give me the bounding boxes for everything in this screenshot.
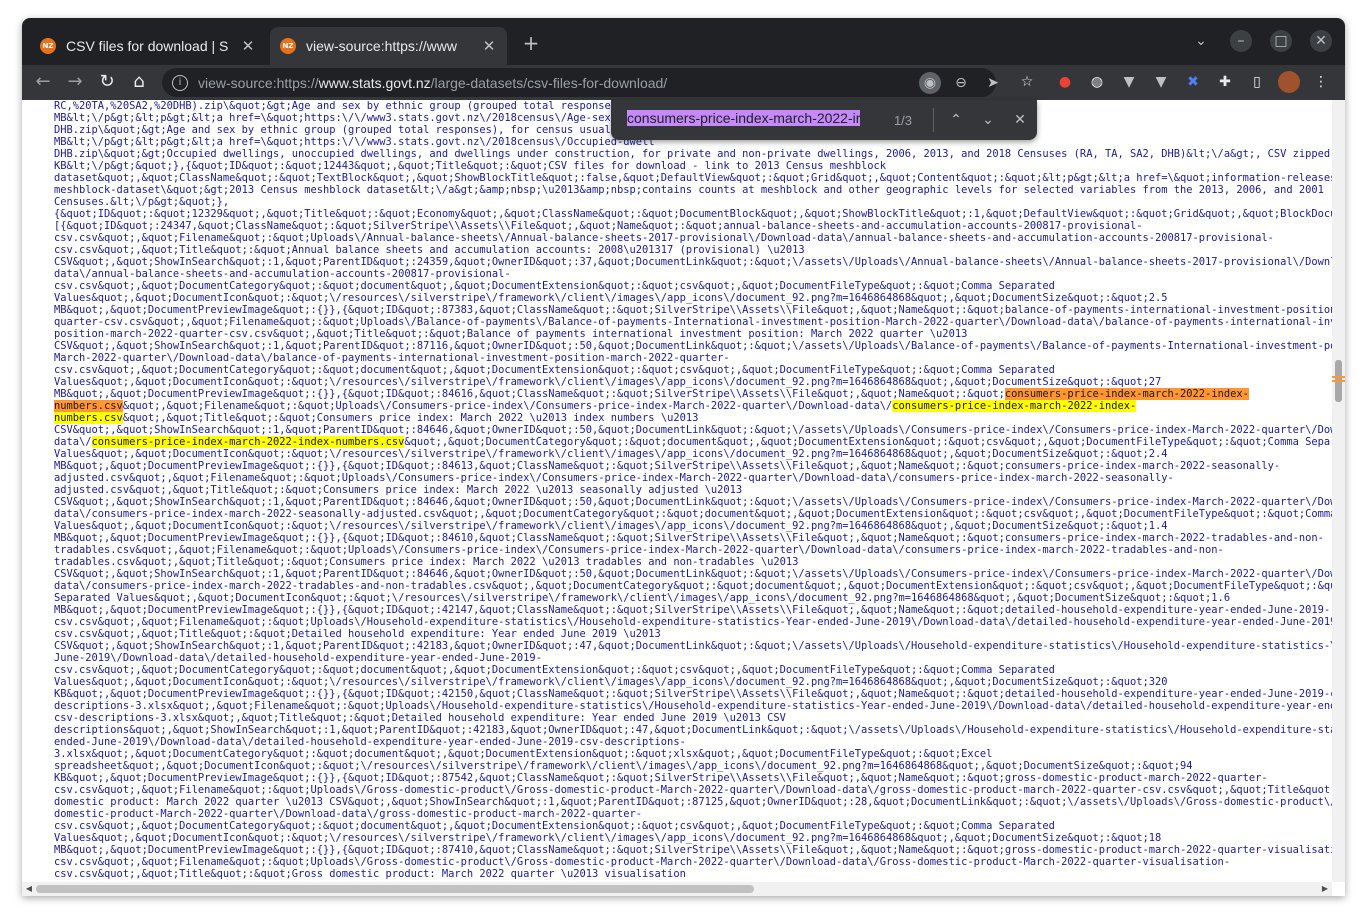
zoom-icon[interactable]: ⊖ [950, 72, 972, 94]
find-match-active: consumers-price-index-march-2022-index- [1004, 388, 1249, 400]
vue-extension-icon[interactable]: ▼ [1118, 71, 1140, 93]
tab-csv-files[interactable]: NZ CSV files for download | S ✕ [30, 27, 266, 65]
chevron-up-icon[interactable]: ⌃ [940, 112, 972, 128]
tab-title: view-source:https://www [306, 38, 457, 54]
chevron-down-icon[interactable]: ⌄ [972, 112, 1004, 128]
tab-strip: NZ CSV files for download | S ✕ NZ view-… [22, 18, 1345, 65]
horizontal-scrollbar[interactable]: ◀ ▶ [22, 882, 1332, 896]
kebab-menu-icon[interactable]: ⋮ [1310, 71, 1332, 93]
adblock-extension-icon[interactable]: ● [1054, 71, 1076, 93]
find-match-active: numbers.csv [54, 400, 123, 412]
browser-window: NZ CSV files for download | S ✕ NZ view-… [22, 18, 1345, 896]
arrow-left-icon[interactable]: ← [30, 69, 56, 95]
url-text[interactable]: view-source:https://www.stats.govt.nz/la… [198, 75, 667, 91]
find-input[interactable]: consumers-price-index-march-2022-ir [627, 110, 879, 130]
close-icon[interactable]: ✕ [1004, 112, 1036, 128]
vertical-scrollbar[interactable] [1332, 100, 1345, 882]
scroll-left-arrow-icon[interactable]: ◀ [22, 882, 36, 896]
find-match: consumers-price-index-march-2022-index-n… [91, 436, 405, 448]
stats-nz-favicon-icon: NZ [40, 38, 56, 54]
tab-view-source[interactable]: NZ view-source:https://www ✕ [270, 27, 507, 65]
find-bar: consumers-price-index-march-2022-ir 1/3 … [611, 100, 1037, 140]
send-icon[interactable]: ➤ [982, 72, 1004, 94]
minimize-button[interactable]: – [1230, 30, 1252, 52]
x-extension-icon[interactable]: ✖ [1182, 71, 1204, 93]
tab-title: CSV files for download | S [66, 38, 229, 54]
home-icon[interactable]: ⌂ [126, 69, 152, 95]
puzzle-extensions-icon[interactable]: ✚ [1214, 71, 1236, 93]
vue-devtools-extension-icon[interactable]: ▼ [1150, 71, 1172, 93]
source-view: RC,%20TA,%20SA2,%20DHB).zip\&quot;&gt;Ag… [22, 100, 1332, 882]
close-icon[interactable]: ✕ [481, 37, 497, 55]
find-match-marker [1332, 376, 1345, 378]
close-icon[interactable]: ✕ [240, 37, 256, 55]
side-panel-icon[interactable]: ▯ [1246, 71, 1268, 93]
find-match: consumers-price-index-march-2022-index- [892, 400, 1137, 412]
arrow-right-icon[interactable]: → [62, 69, 88, 95]
new-tab-button[interactable]: + [520, 32, 542, 54]
avatar[interactable] [1278, 71, 1300, 93]
find-match: numbers.csv [54, 412, 123, 424]
extension-circle-icon[interactable]: ◍ [1086, 71, 1108, 93]
page-source-code: RC,%20TA,%20SA2,%20DHB).zip\&quot;&gt;Ag… [54, 100, 1332, 880]
star-icon[interactable]: ☆ [1016, 71, 1038, 93]
scroll-right-arrow-icon[interactable]: ▶ [1318, 882, 1332, 896]
browser-toolbar: ← → ↻ ⌂ i view-source:https://www.stats.… [22, 65, 1345, 100]
tab-search-chevron-icon[interactable]: ⌄ [1190, 30, 1212, 52]
stats-nz-favicon-icon: NZ [280, 38, 296, 54]
maximize-button[interactable]: □ [1270, 30, 1292, 52]
find-match-count: 1/3 [893, 112, 913, 128]
reload-icon[interactable]: ↻ [94, 69, 120, 95]
lens-icon[interactable]: ◉ [919, 72, 941, 94]
address-bar[interactable]: i view-source:https://www.stats.govt.nz/… [162, 68, 999, 97]
scrollbar-thumb[interactable] [36, 885, 754, 893]
info-icon[interactable]: i [172, 74, 188, 91]
divider [933, 108, 934, 132]
find-match-marker [1332, 380, 1345, 382]
close-window-button[interactable]: ✕ [1310, 30, 1332, 52]
